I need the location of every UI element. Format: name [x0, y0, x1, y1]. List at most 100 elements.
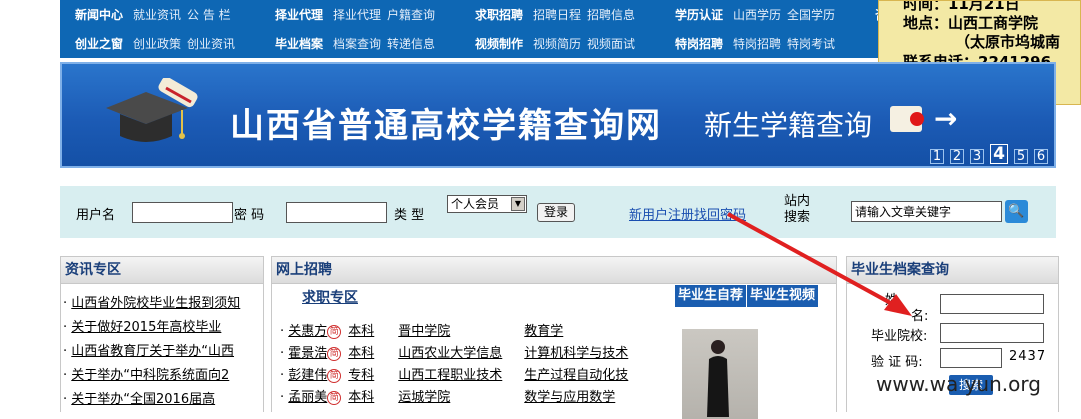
nav-link[interactable]: 全国学历	[787, 6, 835, 23]
table-row[interactable]: · 彭建伟简专科 山西工程职业技术 生产过程自动化技	[280, 365, 654, 387]
pager-item[interactable]: 6	[1034, 149, 1048, 164]
news-link[interactable]: 关于做好2015年高校毕业	[71, 320, 221, 335]
nav-link[interactable]: 择业代理	[333, 6, 381, 23]
pager-item[interactable]: 3	[970, 149, 984, 164]
login-button[interactable]: 登录	[537, 203, 576, 222]
site-search-input[interactable]	[851, 201, 1002, 222]
nav-group-news: 新闻中心 就业资讯 公 告 栏	[60, 0, 260, 29]
candidate-school[interactable]: 山西农业大学信息	[398, 343, 524, 365]
news-link[interactable]: 山西省教育厅关于举办“山西	[71, 344, 234, 359]
candidate-level[interactable]: 本科	[348, 321, 398, 343]
nav-link[interactable]: 视频面试	[587, 35, 635, 52]
nav-head[interactable]: 创业之窗	[75, 35, 123, 52]
job-section-title[interactable]: 求职专区	[302, 287, 358, 307]
banner-subtitle: 新生学籍查询	[704, 109, 873, 142]
name-label: 名:	[911, 309, 929, 324]
nav-link[interactable]: 公 告 栏	[187, 6, 231, 23]
news-link[interactable]: 关于举办“全国2016届高	[71, 392, 215, 407]
nav-link[interactable]: 档案查询	[333, 35, 381, 52]
nav-group-archive: 毕业档案 档案查询 转递信息	[260, 29, 460, 58]
nav-link[interactable]: 特岗考试	[787, 35, 835, 52]
resume-icon[interactable]: 简	[327, 368, 342, 383]
password-input[interactable]	[286, 202, 387, 223]
nav-head[interactable]: 新闻中心	[75, 6, 123, 23]
chevron-down-icon[interactable]: ▼	[511, 197, 525, 211]
nav-head[interactable]: 特岗招聘	[675, 35, 723, 52]
candidate-school[interactable]: 晋中学院	[398, 321, 524, 343]
list-item[interactable]: · 山西省教育厅关于举办“山西	[63, 340, 263, 364]
person-image	[707, 340, 729, 417]
nav-group-degree: 学历认证 山西学历 全国学历	[660, 0, 860, 29]
name-input[interactable]	[940, 294, 1044, 314]
nav-link[interactable]: 招聘日程	[533, 6, 581, 23]
list-item[interactable]: · 山西省外院校毕业生报到须知	[63, 292, 263, 316]
candidate-level[interactable]: 本科	[348, 387, 398, 409]
nav-link[interactable]: 山西学历	[733, 6, 781, 23]
candidate-level[interactable]: 本科	[348, 343, 398, 365]
type-select[interactable]: 个人会员 ▼	[447, 195, 527, 213]
recruit-tabs: 毕业生自荐 毕业生视频	[675, 285, 819, 307]
candidate-name[interactable]: 霍景浩	[288, 346, 327, 361]
pager-item-active[interactable]: 4	[990, 144, 1008, 164]
nav-group-jobs: 求职招聘 招聘日程 招聘信息	[460, 0, 660, 29]
candidate-major[interactable]: 教育学	[524, 321, 654, 343]
resume-icon[interactable]: 简	[327, 346, 342, 361]
news-link[interactable]: 山西省外院校毕业生报到须知	[71, 296, 240, 311]
search-icon[interactable]: 🔍	[1005, 200, 1028, 223]
nav-link[interactable]: 就业资讯	[133, 6, 181, 23]
nav-head[interactable]: 求职招聘	[475, 6, 523, 23]
nav-link[interactable]: 特岗招聘	[733, 35, 781, 52]
nav-link[interactable]: 创业政策	[133, 35, 181, 52]
tab-self-recommend[interactable]: 毕业生自荐	[675, 285, 747, 307]
candidate-school[interactable]: 山西工程职业技术	[398, 365, 524, 387]
news-list: · 山西省外院校毕业生报到须知 · 关于做好2015年高校毕业 · 山西省教育厅…	[61, 284, 263, 412]
candidate-name[interactable]: 孟丽美	[288, 390, 327, 405]
nav-link[interactable]: 创业资讯	[187, 35, 235, 52]
register-link[interactable]: 新用户注册找回密码	[629, 204, 746, 223]
nav-head[interactable]: 择业代理	[275, 6, 323, 23]
banner-title: 山西省普通高校学籍查询网	[230, 106, 662, 146]
password-label: 密 码	[234, 208, 265, 223]
tab-video[interactable]: 毕业生视频	[747, 285, 819, 307]
arrow-right-icon[interactable]: →	[934, 102, 957, 135]
nav-head[interactable]: 毕业档案	[275, 35, 323, 52]
table-row[interactable]: · 霍景浩简本科 山西农业大学信息 计算机科学与技术	[280, 343, 654, 365]
video-thumbnail[interactable]	[682, 329, 758, 419]
candidate-major[interactable]: 计算机科学与技术	[524, 343, 654, 365]
banner-pager: 1 2 3 4 5 6	[930, 144, 1048, 164]
table-row[interactable]: · 孟丽美简本科 运城学院 数学与应用数学	[280, 387, 654, 409]
list-item[interactable]: · 关于举办“全国2016届高	[63, 388, 263, 412]
recruit-panel: 网上招聘 求职专区 毕业生自荐 毕业生视频 · 关惠方简本科 晋中学院 教育学 · …	[271, 256, 837, 419]
graduation-cap-icon	[106, 78, 198, 142]
candidate-name[interactable]: 彭建伟	[288, 368, 327, 383]
code-input[interactable]	[940, 348, 1002, 368]
table-row[interactable]: · 关惠方简本科 晋中学院 教育学	[280, 321, 654, 343]
nav-link[interactable]: 招聘信息	[587, 6, 635, 23]
nav-head[interactable]: 学历认证	[675, 6, 723, 23]
username-input[interactable]	[132, 202, 233, 223]
list-item[interactable]: · 关于举办“中科院系统面向2	[63, 364, 263, 388]
candidate-level[interactable]: 专科	[348, 365, 398, 387]
candidate-school[interactable]: 运城学院	[398, 387, 524, 409]
watermark: www.wa yun.org	[876, 372, 1041, 396]
nav-head[interactable]: 视频制作	[475, 35, 523, 52]
school-input[interactable]	[940, 323, 1044, 343]
news-link[interactable]: 关于举办“中科院系统面向2	[71, 368, 229, 383]
list-item[interactable]: · 关于做好2015年高校毕业	[63, 316, 263, 340]
nav-link[interactable]: 户籍查询	[387, 6, 435, 23]
resume-icon[interactable]: 简	[327, 324, 342, 339]
captcha-image[interactable]: 2437	[1009, 349, 1046, 364]
pager-item[interactable]: 5	[1014, 149, 1028, 164]
nav-link[interactable]: 转递信息	[387, 35, 435, 52]
pager-item[interactable]: 2	[950, 149, 964, 164]
nav-group-video: 视频制作 视频简历 视频面试	[460, 29, 660, 58]
candidate-name[interactable]: 关惠方	[288, 324, 327, 339]
nav-group-special: 特岗招聘 特岗招聘 特岗考试	[660, 29, 860, 58]
code-label: 验 证 码:	[871, 355, 923, 370]
pager-item[interactable]: 1	[930, 149, 944, 164]
username-label: 用户名	[76, 208, 116, 223]
candidate-major[interactable]: 数学与应用数学	[524, 387, 654, 409]
nav-link[interactable]: 视频简历	[533, 35, 581, 52]
resume-icon[interactable]: 简	[327, 390, 342, 405]
candidate-major[interactable]: 生产过程自动化技	[524, 365, 654, 387]
